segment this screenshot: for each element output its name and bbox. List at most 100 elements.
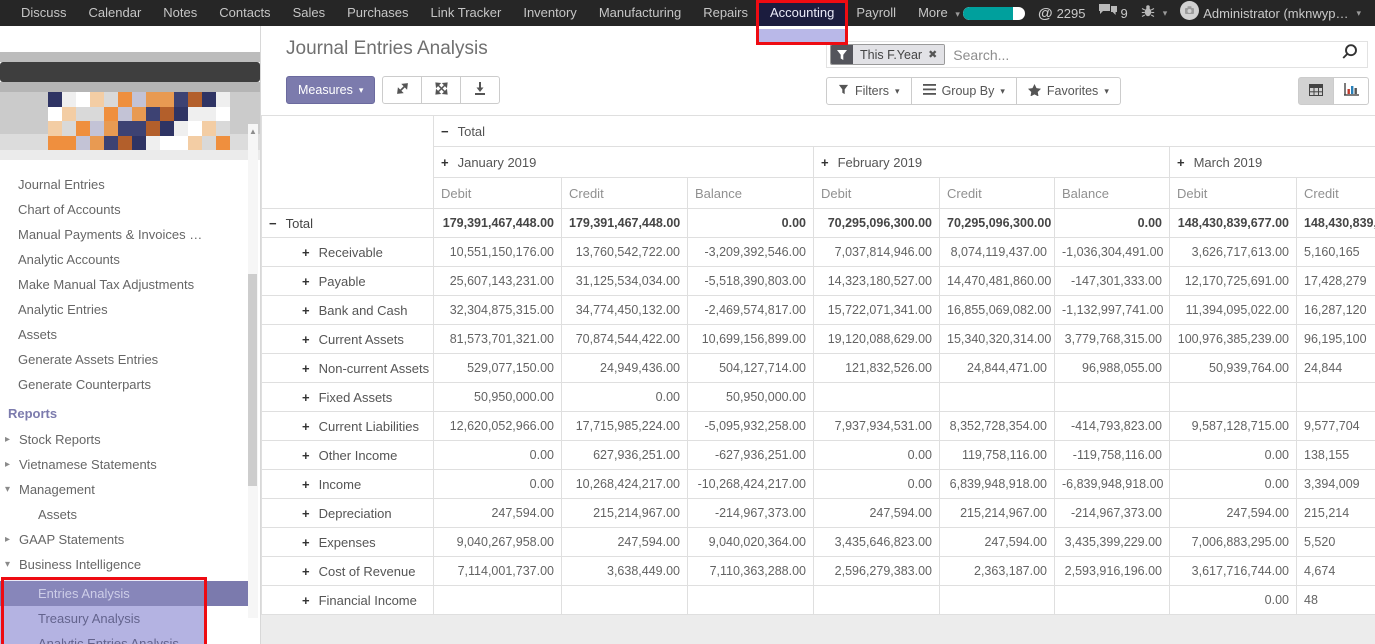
chevron-right-icon[interactable]: ▸ xyxy=(5,527,10,552)
pivot-col-month-3[interactable]: +March 2019 xyxy=(1170,147,1375,178)
nav-item-contacts[interactable]: Contacts xyxy=(208,0,281,26)
sidebar-scrollbar-thumb[interactable] xyxy=(248,274,257,486)
sidebar-item-journal-entries[interactable]: Journal Entries xyxy=(0,172,260,197)
chevron-right-icon[interactable]: ▸ xyxy=(5,427,10,452)
timer-widget[interactable] xyxy=(963,7,1025,20)
expand-icon[interactable]: + xyxy=(441,155,449,170)
user-menu-button[interactable]: Administrator (mknwyp… ▾ xyxy=(1180,1,1361,25)
nav-item-more[interactable]: More ▾ xyxy=(907,0,971,26)
filters-button[interactable]: Filters ▾ xyxy=(826,77,912,105)
expand-icon[interactable]: + xyxy=(302,448,310,463)
pivot-measure-header[interactable]: Debit xyxy=(434,178,562,209)
sidebar-item-vietnamese-statements[interactable]: ▸Vietnamese Statements xyxy=(0,452,260,477)
pivot-row-expenses[interactable]: +Expenses xyxy=(262,528,434,557)
debug-menu-button[interactable]: ▾ xyxy=(1141,4,1168,23)
mentions-button[interactable]: @ 2295 xyxy=(1038,5,1086,22)
search-facet[interactable]: This F.Year ✖ xyxy=(830,44,945,65)
sidebar-item-treasury-analysis[interactable]: Treasury Analysis xyxy=(0,606,260,631)
flip-axis-button[interactable] xyxy=(421,76,461,104)
pivot-row-bank-and-cash[interactable]: +Bank and Cash xyxy=(262,296,434,325)
sidebar-item-manual-payments-invoices-[interactable]: Manual Payments & Invoices … xyxy=(0,222,260,247)
pivot-row-non-current-assets[interactable]: +Non-current Assets xyxy=(262,354,434,383)
collapse-icon[interactable]: − xyxy=(441,124,449,139)
groupby-button[interactable]: Group By ▾ xyxy=(911,77,1017,105)
pivot-view-button[interactable] xyxy=(1298,77,1334,105)
nav-item-purchases[interactable]: Purchases xyxy=(336,0,419,26)
expand-icon[interactable]: + xyxy=(302,361,310,376)
nav-item-discuss[interactable]: Discuss xyxy=(10,0,78,26)
messages-button[interactable]: 9 xyxy=(1099,4,1128,23)
sidebar-item-assets[interactable]: Assets xyxy=(0,322,260,347)
chevron-down-icon[interactable]: ▾ xyxy=(5,552,10,577)
pivot-row-fixed-assets[interactable]: +Fixed Assets xyxy=(262,383,434,412)
sidebar-item-management[interactable]: ▾Management xyxy=(0,477,260,502)
nav-item-inventory[interactable]: Inventory xyxy=(512,0,587,26)
sidebar-item-stock-reports[interactable]: ▸Stock Reports xyxy=(0,427,260,452)
expand-icon[interactable]: + xyxy=(302,274,310,289)
sidebar-item-chart-of-accounts[interactable]: Chart of Accounts xyxy=(0,197,260,222)
pivot-measure-header[interactable]: Debit xyxy=(814,178,940,209)
pivot-measure-header[interactable]: Debit xyxy=(1170,178,1297,209)
expand-icon[interactable]: + xyxy=(302,390,310,405)
expand-icon[interactable]: + xyxy=(302,419,310,434)
pivot-measure-header[interactable]: Balance xyxy=(1055,178,1170,209)
chevron-right-icon[interactable]: ▸ xyxy=(5,452,10,477)
nav-item-calendar[interactable]: Calendar xyxy=(78,0,153,26)
pivot-measure-header[interactable]: Credit xyxy=(1297,178,1375,209)
nav-item-payroll[interactable]: Payroll xyxy=(845,0,907,26)
pivot-row-other-income[interactable]: +Other Income xyxy=(262,441,434,470)
expand-icon[interactable]: + xyxy=(821,155,829,170)
sidebar-item-assets[interactable]: Assets xyxy=(0,502,260,527)
pivot-row-total[interactable]: −Total xyxy=(262,209,434,238)
search-input[interactable] xyxy=(945,47,1340,63)
pivot-row-current-liabilities[interactable]: +Current Liabilities xyxy=(262,412,434,441)
expand-icon[interactable]: + xyxy=(302,477,310,492)
sidebar-item-entries-analysis[interactable]: Entries Analysis xyxy=(0,581,248,606)
sidebar-item-generate-assets-entries[interactable]: Generate Assets Entries xyxy=(0,347,260,372)
pivot-col-total[interactable]: −Total xyxy=(434,116,1375,147)
pivot-row-financial-income[interactable]: +Financial Income xyxy=(262,586,434,615)
pivot-measure-header[interactable]: Balance xyxy=(688,178,814,209)
pivot-row-cost-of-revenue[interactable]: +Cost of Revenue xyxy=(262,557,434,586)
scroll-up-icon[interactable]: ▲ xyxy=(249,127,257,136)
pivot-row-current-assets[interactable]: +Current Assets xyxy=(262,325,434,354)
expand-icon[interactable]: + xyxy=(302,303,310,318)
collapse-icon[interactable]: − xyxy=(269,216,277,231)
pivot-col-month-1[interactable]: +January 2019 xyxy=(434,147,814,178)
nav-item-notes[interactable]: Notes xyxy=(152,0,208,26)
expand-icon[interactable]: + xyxy=(302,564,310,579)
sidebar-item-analytic-accounts[interactable]: Analytic Accounts xyxy=(0,247,260,272)
download-button[interactable] xyxy=(460,76,500,104)
nav-item-link-tracker[interactable]: Link Tracker xyxy=(420,0,513,26)
nav-item-accounting[interactable]: Accounting xyxy=(759,0,845,26)
pivot-row-payable[interactable]: +Payable xyxy=(262,267,434,296)
pivot-col-month-2[interactable]: +February 2019 xyxy=(814,147,1170,178)
sidebar-item-gaap-statements[interactable]: ▸GAAP Statements xyxy=(0,527,260,552)
expand-icon[interactable]: + xyxy=(1177,155,1185,170)
expand-all-button[interactable] xyxy=(382,76,422,104)
sidebar-item-generate-counterparts[interactable]: Generate Counterparts xyxy=(0,372,260,397)
favorites-button[interactable]: Favorites ▾ xyxy=(1016,77,1121,105)
sidebar-item-analytic-entries-analysis[interactable]: Analytic Entries Analysis xyxy=(0,631,260,644)
search-icon[interactable] xyxy=(1340,43,1359,67)
remove-facet-icon[interactable]: ✖ xyxy=(928,48,937,61)
expand-icon[interactable]: + xyxy=(302,332,310,347)
sidebar-item-analytic-entries[interactable]: Analytic Entries xyxy=(0,297,260,322)
expand-icon[interactable]: + xyxy=(302,535,310,550)
nav-item-sales[interactable]: Sales xyxy=(282,0,337,26)
expand-icon[interactable]: + xyxy=(302,593,310,608)
sidebar-item-make-manual-tax-adjustments[interactable]: Make Manual Tax Adjustments xyxy=(0,272,260,297)
pivot-row-receivable[interactable]: +Receivable xyxy=(262,238,434,267)
pivot-measure-header[interactable]: Credit xyxy=(940,178,1055,209)
pivot-row-income[interactable]: +Income xyxy=(262,470,434,499)
graph-view-button[interactable] xyxy=(1333,77,1369,105)
pivot-row-depreciation[interactable]: +Depreciation xyxy=(262,499,434,528)
sidebar-item-business-intelligence[interactable]: ▾Business Intelligence xyxy=(0,552,260,577)
nav-item-repairs[interactable]: Repairs xyxy=(692,0,759,26)
expand-icon[interactable]: + xyxy=(302,245,310,260)
expand-icon[interactable]: + xyxy=(302,506,310,521)
nav-item-manufacturing[interactable]: Manufacturing xyxy=(588,0,692,26)
chevron-down-icon[interactable]: ▾ xyxy=(5,477,10,502)
measures-button[interactable]: Measures ▾ xyxy=(286,76,375,104)
pivot-measure-header[interactable]: Credit xyxy=(562,178,688,209)
